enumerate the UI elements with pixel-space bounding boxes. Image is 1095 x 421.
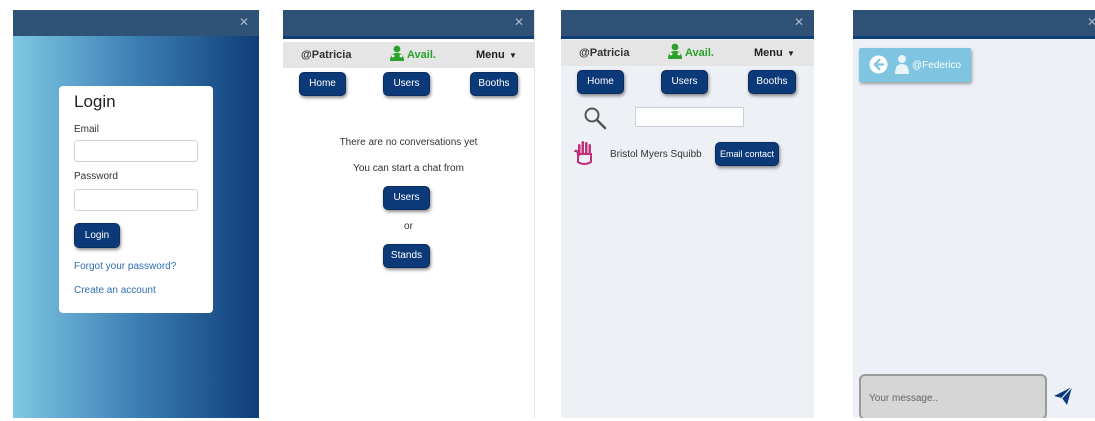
menu-button[interactable]: Menu: [754, 47, 783, 59]
current-user: @Patricia: [579, 47, 630, 59]
chat-panel: ✕ @Federico Your message..: [853, 10, 1095, 418]
password-field[interactable]: [74, 189, 198, 211]
nav-bar: Home Users Booths: [561, 70, 814, 104]
status-bar: @Patricia Avail. Menu ▼: [561, 40, 814, 66]
status-bar: @Patricia Avail. Menu ▼: [283, 42, 534, 68]
forgot-password-link[interactable]: Forgot your password?: [74, 261, 176, 272]
divider: [561, 36, 814, 39]
users-button[interactable]: Users: [383, 72, 430, 96]
login-title: Login: [74, 92, 116, 111]
user-available-icon: [668, 43, 682, 59]
home-button[interactable]: Home: [299, 72, 346, 96]
availability-status[interactable]: Avail.: [685, 47, 714, 59]
search-input[interactable]: [635, 107, 744, 127]
home-button[interactable]: Home: [577, 70, 624, 94]
title-bar: ✕: [853, 10, 1095, 36]
user-available-icon: [390, 45, 404, 61]
or-text: or: [404, 221, 413, 232]
close-icon[interactable]: ✕: [1085, 15, 1095, 29]
email-field[interactable]: [74, 140, 198, 162]
company-name: Bristol Myers Squibb: [610, 149, 702, 160]
title-bar: ✕: [561, 10, 814, 36]
empty-message: There are no conversations yet: [339, 137, 478, 148]
close-icon[interactable]: ✕: [512, 15, 526, 29]
email-label: Email: [74, 124, 100, 135]
nav-bar: Home Users Booths: [283, 72, 534, 106]
search-icon[interactable]: [583, 106, 607, 130]
close-icon[interactable]: ✕: [792, 15, 806, 29]
chat-header: @Federico: [859, 48, 971, 82]
booths-panel: ✕ @Patricia Avail. Menu ▼ Home Users Boo…: [561, 10, 814, 418]
title-bar: ✕: [13, 10, 259, 36]
current-user: @Patricia: [301, 49, 352, 61]
title-bar: ✕: [283, 10, 534, 36]
email-contact-button[interactable]: Email contact: [715, 142, 779, 166]
chevron-down-icon[interactable]: ▼: [509, 51, 517, 60]
chat-username: @Federico: [912, 60, 962, 71]
availability-status[interactable]: Avail.: [407, 49, 436, 61]
booths-button[interactable]: Booths: [748, 70, 796, 94]
message-placeholder: Your message..: [869, 393, 939, 404]
login-button[interactable]: Login: [74, 223, 120, 248]
chevron-down-icon[interactable]: ▼: [787, 49, 795, 58]
start-chat-users-button[interactable]: Users: [383, 186, 430, 210]
menu-button[interactable]: Menu: [476, 49, 505, 61]
booths-button[interactable]: Booths: [470, 72, 518, 96]
password-label: Password: [74, 171, 118, 182]
start-chat-stands-button[interactable]: Stands: [383, 244, 430, 268]
close-icon[interactable]: ✕: [237, 15, 251, 29]
conversations-panel: ✕ @Patricia Avail. Menu ▼ Home Users Boo…: [283, 10, 535, 418]
login-card: Login Email Password Login Forgot your p…: [59, 86, 213, 313]
create-account-link[interactable]: Create an account: [74, 285, 156, 296]
divider: [853, 36, 1095, 39]
hand-icon: [574, 141, 592, 165]
login-panel: ✕ Login Email Password Login Forgot your…: [13, 10, 259, 418]
message-input[interactable]: Your message..: [859, 374, 1047, 418]
divider: [283, 36, 534, 39]
send-icon[interactable]: [1053, 386, 1073, 406]
users-button[interactable]: Users: [661, 70, 708, 94]
back-arrow-icon[interactable]: [869, 55, 888, 74]
empty-hint: You can start a chat from: [353, 163, 464, 174]
user-icon: [895, 55, 909, 74]
